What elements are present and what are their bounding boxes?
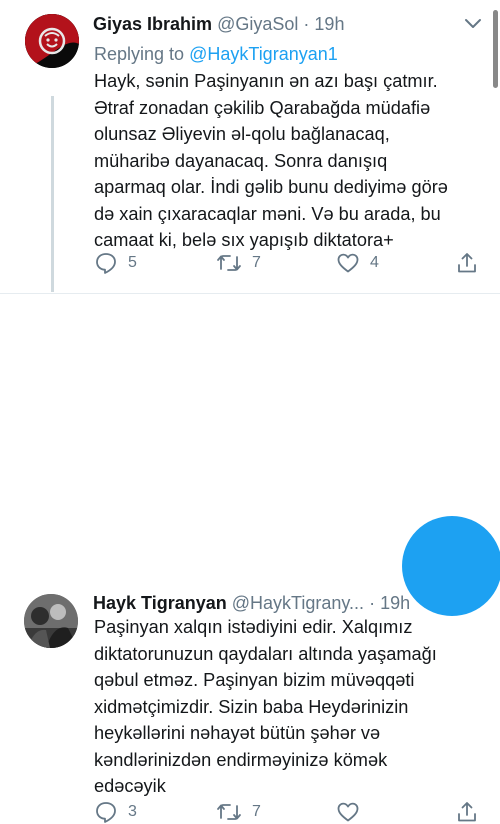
heart-icon (337, 802, 359, 822)
reply-count: 5 (128, 254, 137, 271)
avatar[interactable] (25, 14, 79, 68)
retweet-icon (217, 804, 241, 820)
reply-button[interactable]: 3 (94, 800, 137, 824)
chevron-down-icon[interactable] (464, 18, 482, 30)
retweet-count: 7 (252, 803, 261, 820)
retweet-button[interactable]: 7 (216, 800, 261, 824)
scrollbar[interactable] (493, 10, 498, 88)
tweet-actions: 5 7 4 (94, 251, 484, 275)
tweet-hayk[interactable]: Hayk Tigranyan @HaykTigrany... · 19h Paş… (0, 293, 500, 823)
author-handle[interactable]: @HaykTigrany... (232, 593, 364, 613)
like-count: 4 (370, 254, 379, 271)
author-handle[interactable]: @GiyaSol (217, 14, 298, 34)
tweet-actions: 3 7 (94, 800, 484, 824)
avatar[interactable] (24, 594, 78, 648)
timestamp[interactable]: 19h (314, 14, 344, 34)
replying-to-link[interactable]: @HaykTigranyan1 (189, 44, 338, 64)
like-button[interactable] (336, 800, 370, 824)
share-icon (458, 253, 476, 273)
share-button[interactable] (455, 800, 479, 824)
dot-separator: · (303, 14, 310, 34)
tweet-text: Paşinyan xalqın istədiyini edir. Xalqımı… (94, 617, 437, 796)
like-button[interactable]: 4 (336, 251, 379, 275)
retweet-icon (217, 255, 241, 271)
reply-button[interactable]: 5 (94, 251, 137, 275)
reply-count: 3 (128, 803, 137, 820)
tweet-text: Hayk, sənin Paşinyanın ən azı başı çatmı… (94, 71, 448, 250)
heart-icon (337, 253, 359, 273)
replying-to-label: Replying to (94, 44, 185, 64)
speech-bubble-icon (96, 802, 116, 823)
share-button[interactable] (455, 251, 479, 275)
timestamp[interactable]: 19h (380, 593, 410, 613)
tweet-giyas[interactable]: Giyas Ibrahim @GiyaSol · 19h Replying to… (0, 0, 500, 293)
tweet-header: Hayk Tigranyan @HaykTigrany... · 19h (93, 593, 410, 614)
dot-separator: · (369, 593, 376, 613)
speech-bubble-icon (96, 253, 116, 274)
thread-line (51, 96, 54, 292)
compose-button[interactable] (402, 516, 500, 616)
tweet-header: Giyas Ibrahim @GiyaSol · 19h (93, 14, 344, 35)
share-icon (458, 802, 476, 822)
retweet-count: 7 (252, 254, 261, 271)
retweet-button[interactable]: 7 (216, 251, 261, 275)
author-name[interactable]: Giyas Ibrahim (93, 14, 212, 34)
author-name[interactable]: Hayk Tigranyan (93, 593, 227, 613)
replying-to: Replying to @HaykTigranyan1 (94, 44, 338, 65)
